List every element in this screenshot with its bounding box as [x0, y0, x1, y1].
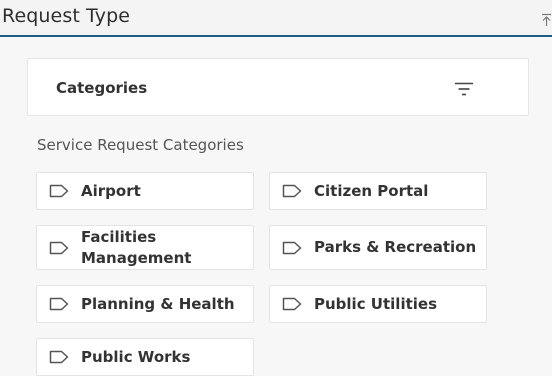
tag-icon [282, 184, 302, 198]
filter-icon[interactable] [454, 81, 474, 97]
category-tile-planning-health[interactable]: Planning & Health [36, 285, 254, 323]
categories-header: Categories [27, 58, 529, 116]
tile-label: Public Utilities [314, 294, 437, 313]
category-tile-public-works[interactable]: Public Works [36, 338, 254, 376]
tag-icon [282, 297, 302, 311]
tile-label: Planning & Health [81, 294, 235, 313]
tag-icon [49, 241, 69, 254]
tag-icon [282, 241, 302, 254]
tag-icon [49, 350, 69, 364]
tile-label: Airport [81, 181, 141, 200]
category-tile-facilities-management[interactable]: Facilities Management [36, 225, 254, 270]
page-title: Request Type [2, 5, 131, 27]
request-type-header: Request Type [0, 0, 552, 37]
request-type-panel: Categories Service Request Categories Ai… [0, 37, 552, 376]
category-tile-citizen-portal[interactable]: Citizen Portal [269, 172, 487, 210]
category-tile-public-utilities[interactable]: Public Utilities [269, 285, 487, 323]
category-tile-airport[interactable]: Airport [36, 172, 254, 210]
categories-label: Categories [56, 79, 148, 97]
tile-label: Public Works [81, 347, 191, 366]
tag-icon [49, 297, 69, 311]
category-tile-parks-recreation[interactable]: Parks & Recreation [269, 225, 487, 270]
tag-icon [49, 184, 69, 198]
tile-label: Facilities Management [81, 227, 192, 267]
collapse-up-icon[interactable] [541, 13, 552, 27]
service-request-categories-label: Service Request Categories [37, 136, 244, 154]
tile-label: Parks & Recreation [314, 238, 477, 256]
tile-label: Citizen Portal [314, 181, 429, 200]
